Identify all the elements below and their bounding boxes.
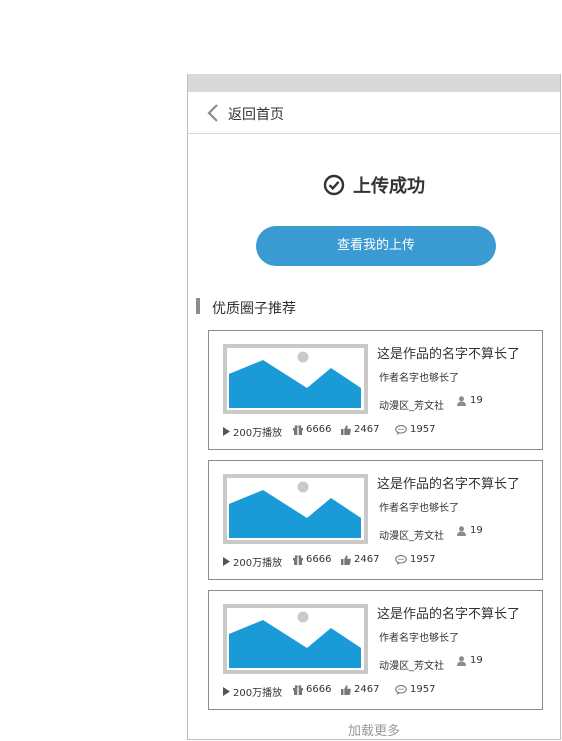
circle-card[interactable]: 这是作品的名字不算长了 作者名字也够长了 动漫区_芳文社 19 200万播放 6… bbox=[208, 330, 543, 450]
image-placeholder-icon bbox=[223, 604, 368, 674]
play-icon bbox=[223, 427, 230, 436]
author-name: 作者名字也够长了 bbox=[379, 503, 459, 514]
play-count: 200万播放 bbox=[223, 554, 282, 569]
member-count: 19 bbox=[457, 655, 483, 666]
comment-count: 1957 bbox=[395, 424, 435, 435]
member-count-value: 19 bbox=[470, 395, 483, 406]
gift-count-value: 6666 bbox=[306, 424, 332, 435]
gift-count: 6666 bbox=[293, 424, 331, 435]
like-count: 2467 bbox=[341, 424, 379, 435]
member-count: 19 bbox=[457, 525, 483, 536]
comment-icon bbox=[395, 554, 407, 565]
like-count-value: 2467 bbox=[354, 684, 380, 695]
chevron-left-icon[interactable] bbox=[206, 104, 220, 122]
comment-icon bbox=[395, 684, 407, 695]
work-title: 这是作品的名字不算长了 bbox=[377, 607, 521, 622]
author-name: 作者名字也够长了 bbox=[379, 633, 459, 644]
gift-count: 6666 bbox=[293, 554, 331, 565]
gift-count-value: 6666 bbox=[306, 684, 332, 695]
thumbs-up-icon bbox=[341, 424, 351, 435]
back-home-link[interactable]: 返回首页 bbox=[228, 104, 284, 124]
play-icon bbox=[223, 687, 230, 696]
upload-success: 上传成功 bbox=[188, 172, 560, 200]
image-placeholder-icon bbox=[223, 474, 368, 544]
status-bar bbox=[188, 74, 560, 92]
thumbs-up-icon bbox=[341, 554, 351, 565]
view-my-uploads-button[interactable]: 查看我的上传 bbox=[256, 226, 496, 266]
thumbs-up-icon bbox=[341, 684, 351, 695]
play-count: 200万播放 bbox=[223, 684, 282, 699]
play-count-value: 200万播放 bbox=[233, 688, 283, 699]
like-count: 2467 bbox=[341, 684, 379, 695]
gift-icon bbox=[293, 554, 303, 565]
play-icon bbox=[223, 557, 230, 566]
load-more-button[interactable]: 加载更多 bbox=[188, 720, 560, 739]
section-marker bbox=[196, 298, 200, 314]
circle-card[interactable]: 这是作品的名字不算长了 作者名字也够长了 动漫区_芳文社 19 200万播放 6… bbox=[208, 460, 543, 580]
play-count: 200万播放 bbox=[223, 424, 282, 439]
comment-count-value: 1957 bbox=[410, 554, 436, 565]
section-title: 优质圈子推荐 bbox=[212, 301, 296, 317]
work-title: 这是作品的名字不算长了 bbox=[377, 347, 521, 362]
member-count: 19 bbox=[457, 395, 483, 406]
phone-frame: 返回首页 上传成功 查看我的上传 优质圈子推荐 这是作品的名字不算长了 作者名字… bbox=[187, 74, 561, 740]
gift-icon bbox=[293, 684, 303, 695]
member-count-value: 19 bbox=[470, 525, 483, 536]
circle-list: 这是作品的名字不算长了 作者名字也够长了 动漫区_芳文社 19 200万播放 6… bbox=[208, 330, 543, 720]
check-circle-icon bbox=[323, 174, 345, 196]
gift-icon bbox=[293, 424, 303, 435]
member-count-value: 19 bbox=[470, 655, 483, 666]
comment-icon bbox=[395, 424, 407, 435]
gift-count-value: 6666 bbox=[306, 554, 332, 565]
comment-count: 1957 bbox=[395, 684, 435, 695]
like-count-value: 2467 bbox=[354, 424, 380, 435]
like-count-value: 2467 bbox=[354, 554, 380, 565]
user-icon bbox=[457, 525, 466, 536]
zone-name: 动漫区_芳文社 bbox=[379, 661, 444, 672]
comment-count: 1957 bbox=[395, 554, 435, 565]
play-count-value: 200万播放 bbox=[233, 558, 283, 569]
user-icon bbox=[457, 655, 466, 666]
like-count: 2467 bbox=[341, 554, 379, 565]
success-title: 上传成功 bbox=[353, 176, 425, 197]
comment-count-value: 1957 bbox=[410, 684, 436, 695]
nav-bar: 返回首页 bbox=[188, 92, 560, 134]
comment-count-value: 1957 bbox=[410, 424, 436, 435]
zone-name: 动漫区_芳文社 bbox=[379, 531, 444, 542]
user-icon bbox=[457, 395, 466, 406]
play-count-value: 200万播放 bbox=[233, 428, 283, 439]
gift-count: 6666 bbox=[293, 684, 331, 695]
author-name: 作者名字也够长了 bbox=[379, 373, 459, 384]
work-title: 这是作品的名字不算长了 bbox=[377, 477, 521, 492]
circle-card[interactable]: 这是作品的名字不算长了 作者名字也够长了 动漫区_芳文社 19 200万播放 6… bbox=[208, 590, 543, 710]
zone-name: 动漫区_芳文社 bbox=[379, 401, 444, 412]
image-placeholder-icon bbox=[223, 344, 368, 414]
